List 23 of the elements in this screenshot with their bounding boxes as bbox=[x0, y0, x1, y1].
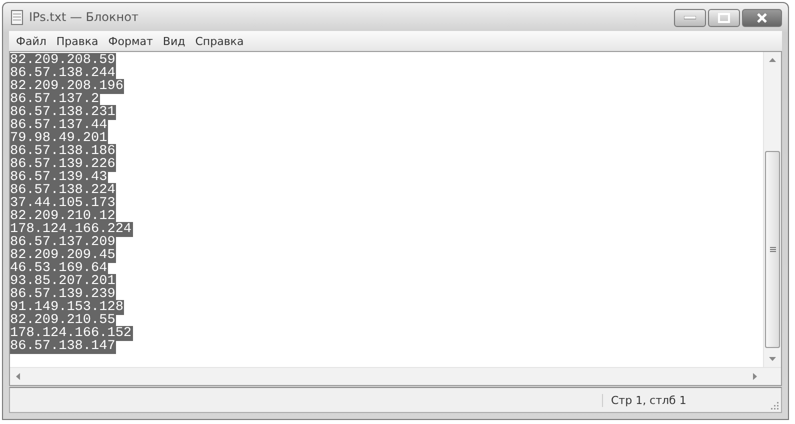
minimize-icon bbox=[684, 16, 696, 20]
scroll-thumb[interactable] bbox=[765, 151, 780, 348]
scroll-down-icon[interactable] bbox=[769, 357, 776, 361]
menu-item[interactable]: Вид bbox=[158, 34, 190, 48]
grip-icon bbox=[770, 247, 776, 252]
maximize-button[interactable] bbox=[708, 9, 740, 27]
vertical-scrollbar[interactable] bbox=[763, 52, 781, 367]
close-icon bbox=[756, 13, 768, 23]
menu-item[interactable]: Файл bbox=[11, 34, 52, 48]
window-title: IPs.txt — Блокнот bbox=[29, 10, 138, 24]
notepad-icon bbox=[11, 10, 23, 24]
menu-item[interactable]: Справка bbox=[190, 34, 249, 48]
close-button[interactable] bbox=[742, 9, 782, 27]
menu-item[interactable]: Формат bbox=[103, 34, 158, 48]
horizontal-scrollbar[interactable] bbox=[10, 367, 781, 385]
menu-item[interactable]: Правка bbox=[51, 34, 104, 48]
maximize-icon bbox=[718, 13, 730, 23]
minimize-button[interactable] bbox=[674, 9, 706, 27]
scroll-up-icon[interactable] bbox=[769, 58, 776, 62]
scroll-left-icon[interactable] bbox=[16, 373, 20, 380]
scroll-right-icon[interactable] bbox=[753, 373, 757, 380]
cursor-position: Стр 1, стлб 1 bbox=[602, 394, 691, 406]
resize-grip-icon[interactable] bbox=[771, 402, 779, 410]
